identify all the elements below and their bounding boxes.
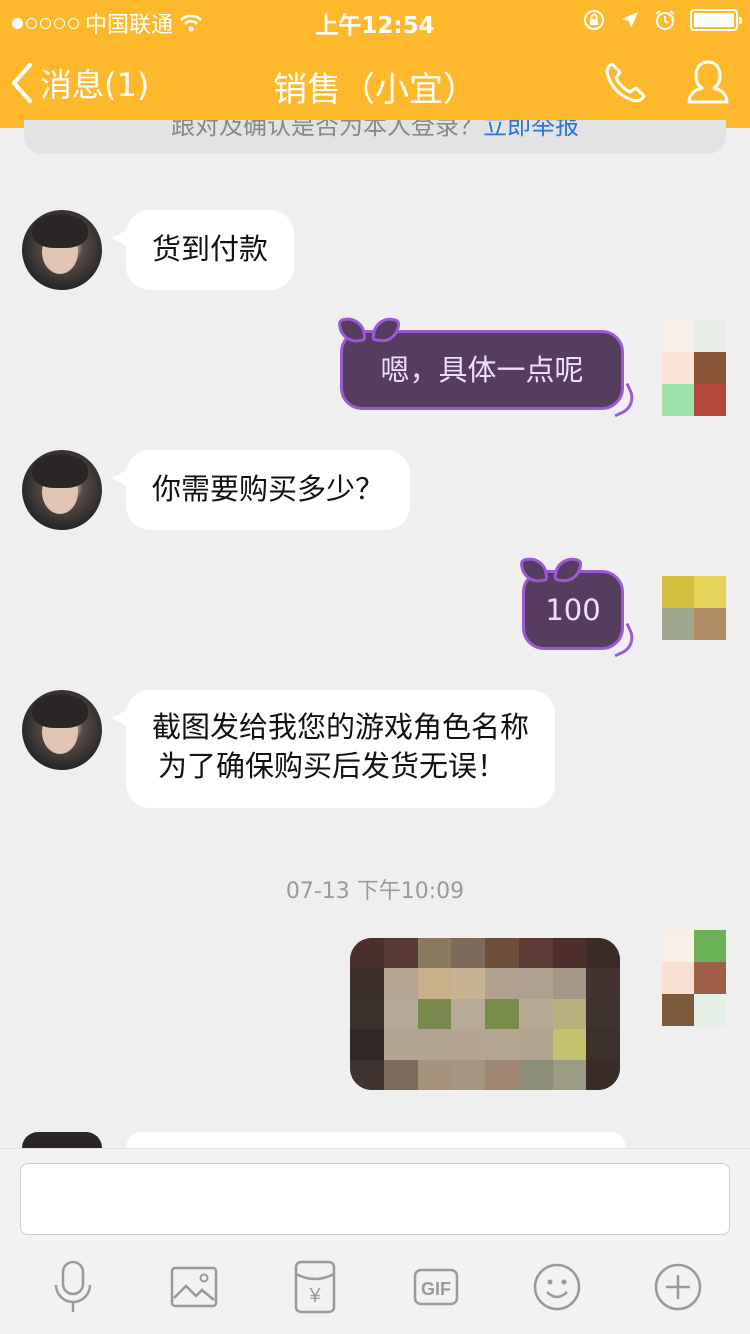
red-packet-icon: ¥ <box>294 1260 335 1314</box>
status-bar: 中国联通 上午12:54 <box>0 0 750 40</box>
composer-toolbar: ¥ GIF <box>0 1259 750 1315</box>
location-icon <box>622 12 638 28</box>
chat-header: 消息(1) 销售（小宜） <box>0 40 750 128</box>
emoji-icon <box>533 1263 580 1311</box>
orientation-lock-icon <box>584 10 604 30</box>
gif-button[interactable]: GIF <box>404 1259 468 1315</box>
bubble-horn-decoration <box>519 555 549 585</box>
status-right <box>582 8 742 32</box>
my-avatar[interactable] <box>662 576 726 640</box>
more-button[interactable] <box>646 1259 710 1315</box>
red-packet-button[interactable]: ¥ <box>283 1259 347 1315</box>
message-bubble-outgoing[interactable]: 嗯，具体一点呢 <box>337 314 640 418</box>
bubble-horn-decoration <box>337 315 367 345</box>
message-bubble-outgoing[interactable]: 100 <box>519 554 640 658</box>
message-text: 货到付款 <box>152 232 269 267</box>
plus-icon <box>654 1263 701 1311</box>
contact-avatar[interactable] <box>22 210 102 290</box>
alarm-icon <box>655 10 675 30</box>
photo-button[interactable] <box>162 1259 226 1315</box>
battery-icon <box>690 9 742 31</box>
security-banner[interactable]: 跟对及确认是否为本人登录？立即举报 <box>24 120 726 154</box>
image-icon <box>170 1266 217 1308</box>
message-text: 你需要购买多少？ <box>152 472 385 507</box>
composer: ¥ GIF <box>0 1148 750 1334</box>
yen-label: ¥ <box>308 1285 321 1307</box>
user-icon <box>687 60 729 104</box>
message-bubble-incoming[interactable]: 你需要购买多少？ <box>111 450 411 530</box>
bubble-tail-decoration <box>604 622 640 658</box>
banner-text: 跟对及确认是否为本人登录？立即举报 <box>24 120 726 141</box>
message-bubble-incoming[interactable]: 截图发给我您的游戏角色名称 为了确保购买后发货无误！ <box>111 690 556 808</box>
voice-button[interactable] <box>41 1259 105 1315</box>
message-bubble-incoming[interactable] <box>126 1132 626 1148</box>
phone-icon <box>605 62 646 103</box>
my-avatar[interactable] <box>662 320 726 416</box>
bubble-tail-decoration <box>604 382 640 418</box>
microphone-icon <box>54 1260 91 1312</box>
contact-avatar[interactable] <box>22 1132 102 1148</box>
message-bubble-incoming[interactable]: 货到付款 <box>111 210 295 290</box>
contact-avatar[interactable] <box>22 690 102 770</box>
gif-label: GIF <box>421 1279 451 1299</box>
message-text-line: 为了确保购买后发货无误！ <box>158 749 507 784</box>
bubble-horn-decoration <box>552 554 584 586</box>
image-message[interactable] <box>350 938 620 1090</box>
message-text-line: 截图发给我您的游戏角色名称 <box>152 710 530 744</box>
call-button[interactable] <box>600 58 650 112</box>
message-text: 嗯，具体一点呢 <box>380 353 584 387</box>
message-input[interactable] <box>20 1163 730 1235</box>
message-timestamp: 07-13 下午10:09 <box>285 879 465 904</box>
banner-message: 跟对及确认是否为本人登录？ <box>171 120 483 140</box>
bubble-horn-decoration <box>370 314 402 346</box>
contact-avatar[interactable] <box>22 450 102 530</box>
profile-button[interactable] <box>684 58 732 112</box>
my-avatar[interactable] <box>662 930 726 1026</box>
report-link[interactable]: 立即举报 <box>483 120 579 140</box>
message-text: 100 <box>545 593 601 627</box>
emoji-button[interactable] <box>525 1259 589 1315</box>
gif-icon: GIF <box>413 1268 458 1306</box>
